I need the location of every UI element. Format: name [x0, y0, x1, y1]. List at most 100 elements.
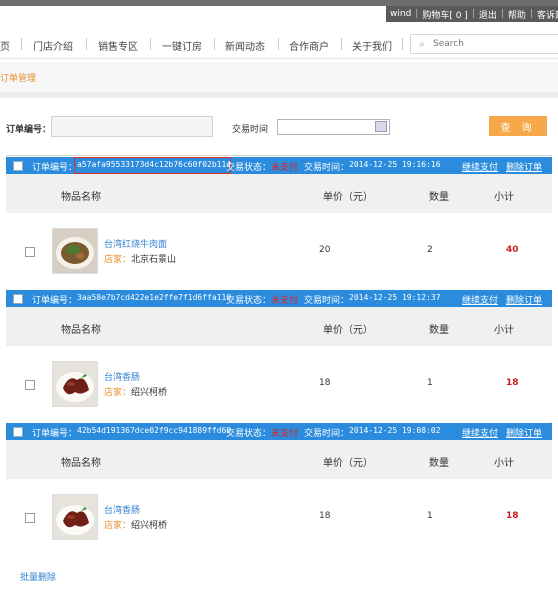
- item-checkbox[interactable]: [25, 247, 35, 257]
- shop-label: 店家：: [104, 521, 132, 531]
- product-name-link[interactable]: 台湾香肠: [104, 370, 140, 383]
- order-id-highlight: [74, 157, 231, 174]
- subtotal: 18: [506, 378, 519, 388]
- status-label: 交易状态：: [226, 163, 272, 173]
- complaint-link[interactable]: 客诉建: [533, 8, 558, 21]
- product-image[interactable]: [52, 361, 98, 407]
- subtotal: 40: [506, 245, 519, 255]
- username[interactable]: wind: [386, 9, 415, 19]
- search-input[interactable]: [429, 39, 557, 49]
- order-item-row: 台湾香肠 店家：绍兴柯桥 18 1 18: [6, 479, 552, 555]
- continue-pay-link[interactable]: 继续支付: [462, 426, 498, 439]
- breadcrumb: 订单管理: [0, 74, 37, 84]
- time-label: 交易时间：: [304, 429, 350, 439]
- shop-info: 店家：绍兴柯桥: [104, 385, 167, 398]
- help-link[interactable]: 帮助: [504, 8, 530, 21]
- time-value: 2014-12-25 19:16:16: [349, 160, 441, 169]
- unit-price: 18: [319, 511, 331, 521]
- delete-order-link[interactable]: 删除订单: [506, 426, 542, 439]
- col-price: 单价（元）: [323, 458, 373, 469]
- unit-price: 20: [319, 245, 331, 255]
- subtotal: 18: [506, 511, 519, 521]
- product-name-link[interactable]: 台湾红烧牛肉面: [104, 237, 167, 250]
- time-value: 2014-12-25 19:08:02: [349, 426, 441, 435]
- continue-pay-link[interactable]: 继续支付: [462, 160, 498, 173]
- search-box[interactable]: ⌕: [410, 34, 558, 54]
- trade-time-input[interactable]: [277, 119, 390, 135]
- nav-item-home[interactable]: 页: [0, 38, 10, 53]
- nav-item-partners[interactable]: 合作商户: [289, 38, 329, 53]
- order-no-label: 订单编号：: [32, 163, 78, 173]
- shop-label: 店家：: [104, 255, 132, 265]
- shop-name: 北京石景山: [131, 255, 177, 265]
- shop-info: 店家：北京石景山: [104, 252, 176, 265]
- breadcrumb-bar: [0, 62, 558, 98]
- col-price: 单价（元）: [323, 192, 373, 203]
- status-value: 未支付: [271, 429, 299, 439]
- order-item-row: 台湾香肠 店家：绍兴柯桥 18 1 18: [6, 346, 552, 422]
- status-value: 未支付: [271, 296, 299, 306]
- order-item-row: 台湾红烧牛肉面 店家：北京石景山 20 2 40: [6, 213, 552, 289]
- item-checkbox[interactable]: [25, 380, 35, 390]
- order-checkbox[interactable]: [13, 427, 23, 437]
- column-header: 物品名称 单价（元） 数量 小计: [6, 307, 552, 346]
- user-bar: wind| 购物车[ 0 ]| 退出| 帮助| 客诉建: [386, 6, 558, 22]
- nav-item-news[interactable]: 新闻动态: [225, 38, 265, 53]
- quantity: 2: [427, 245, 433, 255]
- col-qty: 数量: [429, 192, 449, 203]
- time-label: 交易时间：: [304, 296, 350, 306]
- col-subtotal: 小计: [494, 325, 514, 336]
- product-image[interactable]: [52, 494, 98, 540]
- column-header: 物品名称 单价（元） 数量 小计: [6, 440, 552, 479]
- status-label: 交易状态：: [226, 296, 272, 306]
- delete-order-link[interactable]: 删除订单: [506, 293, 542, 306]
- product-image[interactable]: [52, 228, 98, 274]
- calendar-icon[interactable]: [375, 121, 387, 132]
- unit-price: 18: [319, 378, 331, 388]
- order-no-label: 订单编号：: [6, 125, 52, 135]
- column-header: 物品名称 单价（元） 数量 小计: [6, 174, 552, 213]
- query-button[interactable]: 查 询: [489, 116, 547, 136]
- order-header: 订单编号： a57afa95533173d4c12b76c60f02b114 交…: [6, 157, 552, 174]
- batch-delete-link[interactable]: 批量删除: [20, 570, 56, 583]
- shop-name: 绍兴柯桥: [131, 521, 168, 531]
- product-name-link[interactable]: 台湾香肠: [104, 503, 140, 516]
- order-header: 订单编号： 42b54d191367dce02f9cc941889ffd60 交…: [6, 423, 552, 440]
- order-no-input[interactable]: [51, 116, 213, 137]
- order-checkbox[interactable]: [13, 161, 23, 171]
- col-name: 物品名称: [61, 192, 101, 203]
- status-value: 未支付: [271, 163, 299, 173]
- status-label: 交易状态：: [226, 429, 272, 439]
- quantity: 1: [427, 511, 433, 521]
- logout-link[interactable]: 退出: [475, 8, 501, 21]
- shop-label: 店家：: [104, 388, 132, 398]
- col-subtotal: 小计: [494, 192, 514, 203]
- quantity: 1: [427, 378, 433, 388]
- cart-link[interactable]: 购物车[ 0 ]: [418, 8, 471, 21]
- trade-time-label: 交易时间: [232, 125, 269, 135]
- shop-info: 店家：绍兴柯桥: [104, 518, 167, 531]
- search-icon: ⌕: [419, 38, 425, 50]
- order-checkbox[interactable]: [13, 294, 23, 304]
- order-no-label: 订单编号：: [32, 296, 78, 306]
- delete-order-link[interactable]: 删除订单: [506, 160, 542, 173]
- order-id: 42b54d191367dce02f9cc941889ffd60: [77, 426, 232, 435]
- order-no-label: 订单编号：: [32, 429, 78, 439]
- col-name: 物品名称: [61, 325, 101, 336]
- col-subtotal: 小计: [494, 458, 514, 469]
- col-qty: 数量: [429, 458, 449, 469]
- continue-pay-link[interactable]: 继续支付: [462, 293, 498, 306]
- time-value: 2014-12-25 19:12:37: [349, 293, 441, 302]
- nav-item-stores[interactable]: 门店介绍: [33, 38, 73, 53]
- nav-item-sales[interactable]: 销售专区: [98, 38, 138, 53]
- order-id: 3aa58e7b7cd422e1e2ffe7f1d6ffa110: [77, 293, 232, 302]
- shop-name: 绍兴柯桥: [131, 388, 168, 398]
- nav-item-booking[interactable]: 一键订房: [162, 38, 202, 53]
- col-qty: 数量: [429, 325, 449, 336]
- col-price: 单价（元）: [323, 325, 373, 336]
- time-label: 交易时间：: [304, 163, 350, 173]
- item-checkbox[interactable]: [25, 513, 35, 523]
- order-header: 订单编号： 3aa58e7b7cd422e1e2ffe7f1d6ffa110 交…: [6, 290, 552, 307]
- nav-item-about[interactable]: 关于我们: [352, 38, 392, 53]
- col-name: 物品名称: [61, 458, 101, 469]
